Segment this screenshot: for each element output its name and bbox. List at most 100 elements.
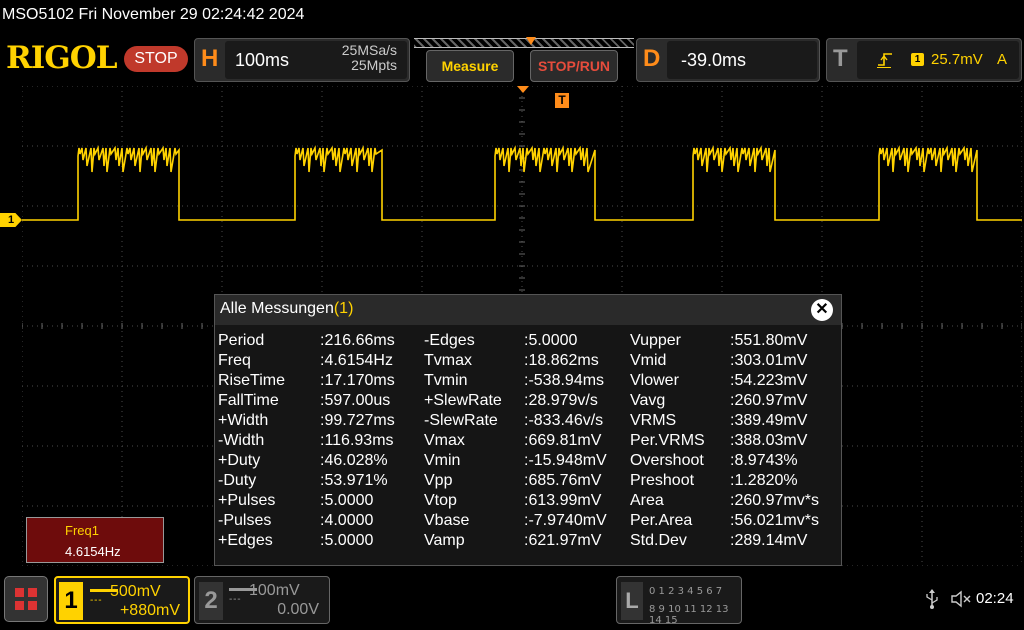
stop-run-button[interactable]: STOP/RUN [530, 50, 618, 82]
measurement-row: Tvmin:-538.94ms [424, 372, 629, 392]
trigger-level-marker[interactable]: T [555, 93, 569, 108]
trigger-panel[interactable]: T 1 25.7mV A [826, 38, 1022, 82]
measurement-name: Tvmax [424, 352, 472, 369]
run-status-badge[interactable]: STOP [124, 46, 188, 72]
measurement-value: :5.0000 [320, 532, 374, 549]
usb-icon [926, 589, 938, 609]
measurement-value: :289.14mV [730, 532, 808, 549]
trigger-source: 1 [911, 53, 924, 66]
measurement-value: :28.979v/s [524, 392, 598, 409]
measurement-row: Period :216.66ms [218, 332, 423, 352]
measurement-row: Per.VRMS :388.03mV [630, 432, 835, 452]
ch1-panel[interactable]: 1 ▬▬▬ - - - 500mV +880mV [54, 576, 190, 624]
ch1-ground-marker[interactable]: 1 [0, 213, 22, 227]
measurement-name: Vmid [630, 352, 667, 369]
measurement-name: -Width [218, 432, 265, 449]
measurement-name: Std.Dev [630, 532, 687, 549]
ch1-scale: 500mV [110, 583, 161, 600]
measurement-row: Vavg:260.97mV [630, 392, 835, 412]
measurement-value: :303.01mV [730, 352, 808, 369]
ch2-panel[interactable]: 2 ▬▬▬ - - - 100mV 0.00V [194, 576, 330, 624]
trigger-readout: 1 25.7mV A [857, 41, 1019, 79]
top-toolbar: RIGOL STOP H 100ms 25MSa/s 25Mpts Measur… [0, 30, 1024, 86]
measurement-row: Vupper:551.80mV [630, 332, 835, 352]
delay-panel[interactable]: D -39.0ms [636, 38, 820, 82]
measurement-name: +Width [218, 412, 269, 429]
measurement-row: VRMS:389.49mV [630, 412, 835, 432]
measurement-value: :216.66ms [320, 332, 395, 349]
measurement-row: -SlewRate:-833.46v/s [424, 412, 629, 432]
measurement-value: :18.862ms [524, 352, 599, 369]
freq-label: Freq1 [65, 523, 99, 538]
measurement-name: Freq [218, 352, 251, 369]
measurement-row: -Edges:5.0000 [424, 332, 629, 352]
ch2-offset: 0.00V [277, 601, 319, 618]
measurement-value: :-7.9740mV [524, 512, 607, 529]
trigger-time-icon [517, 86, 529, 93]
measurement-row: Vtop :613.99mV [424, 492, 629, 512]
measurement-row: Std.Dev :289.14mV [630, 532, 835, 552]
measurement-value: :597.00us [320, 392, 391, 409]
measurement-row: -Pulses:4.0000 [218, 512, 423, 532]
horizontal-readout: 100ms 25MSa/s 25Mpts [225, 41, 407, 79]
measurement-name: Period [218, 332, 265, 349]
measurement-name: Vtop [424, 492, 457, 509]
freq-value: 4.6154Hz [65, 544, 121, 559]
measurement-row: Vpp:685.76mV [424, 472, 629, 492]
speaker-muted-icon[interactable] [950, 590, 972, 608]
timebase-value: 100ms [235, 50, 290, 70]
measurement-value: :5.0000 [320, 492, 374, 509]
la-channels-low: 0 1 2 3 4 5 6 7 [649, 586, 723, 597]
measurement-value: :551.80mV [730, 332, 808, 349]
measure-button[interactable]: Measure [426, 50, 514, 82]
measurement-name: Vmax [424, 432, 465, 449]
measurement-row: FallTime:597.00us [218, 392, 423, 412]
trigger-position-icon [526, 37, 536, 45]
measurement-value: :53.971% [320, 472, 388, 489]
measurement-value: :669.81mV [524, 432, 602, 449]
trigger-level: 25.7mV [931, 51, 983, 68]
measurement-row: Freq :4.6154Hz [218, 352, 423, 372]
measurement-value: :99.727ms [320, 412, 395, 429]
measurement-name: Per.VRMS [630, 432, 705, 449]
measurement-row: RiseTime:17.170ms [218, 372, 423, 392]
measurement-name: +Edges [218, 532, 273, 549]
measurement-name: Vbase [424, 512, 470, 529]
measurement-name: Vamp [424, 532, 465, 549]
horizontal-letter: H [201, 45, 219, 72]
measurement-value: :4.6154Hz [320, 352, 393, 369]
logic-analyzer-panel[interactable]: L 0 1 2 3 4 5 6 7 8 9 10 11 12 13 14 15 [616, 576, 742, 626]
measurement-row: +Duty:46.028% [218, 452, 423, 472]
la-channels-high: 8 9 10 11 12 13 14 15 [649, 604, 729, 626]
measurement-row: Vamp:621.97mV [424, 532, 629, 552]
measurement-name: +Duty [218, 452, 261, 469]
measurement-dialog: Alle Messungen(1) ✕ Period :216.66ms Freq:… [214, 294, 842, 566]
measurement-name: +Pulses [218, 492, 276, 509]
dialog-header: Alle Messungen(1) ✕ [215, 295, 841, 325]
measurement-name: Vpp [424, 472, 453, 489]
dialog-channel: (1) [333, 300, 354, 317]
horizontal-panel[interactable]: H 100ms 25MSa/s 25Mpts [194, 38, 410, 82]
la-letter: L [621, 582, 643, 620]
measurement-row: Vbase :-7.9740mV [424, 512, 629, 532]
measurement-row: +SlewRate:28.979v/s [424, 392, 629, 412]
measurement-row: Vmax :669.81mV [424, 432, 629, 452]
measurement-value: :8.9743% [730, 452, 798, 469]
close-icon[interactable]: ✕ [811, 299, 833, 321]
measurement-value: :4.0000 [320, 512, 374, 529]
measurement-row: Vmin:-15.948mV [424, 452, 629, 472]
measurement-name: -Edges [424, 332, 475, 349]
window-title: MSO5102 Fri November 29 02:24:42 2024 [2, 6, 305, 23]
measurement-row: Area:260.97mv*s [630, 492, 835, 512]
measurement-value: :54.223mV [730, 372, 808, 389]
measurement-row: Preshoot:1.2820% [630, 472, 835, 492]
measurement-name: Tvmin [424, 372, 468, 389]
measurement-name: Preshoot [630, 472, 695, 489]
ch2-scale: 100mV [249, 582, 300, 599]
measurement-name: -SlewRate [424, 412, 498, 429]
sample-rate: 25MSa/s [341, 42, 397, 58]
measurement-value: :613.99mV [524, 492, 602, 509]
menu-grid-icon[interactable] [4, 576, 48, 622]
measurement-value: :388.03mV [730, 432, 808, 449]
freq-readout[interactable]: Freq1 4.6154Hz [26, 517, 164, 563]
